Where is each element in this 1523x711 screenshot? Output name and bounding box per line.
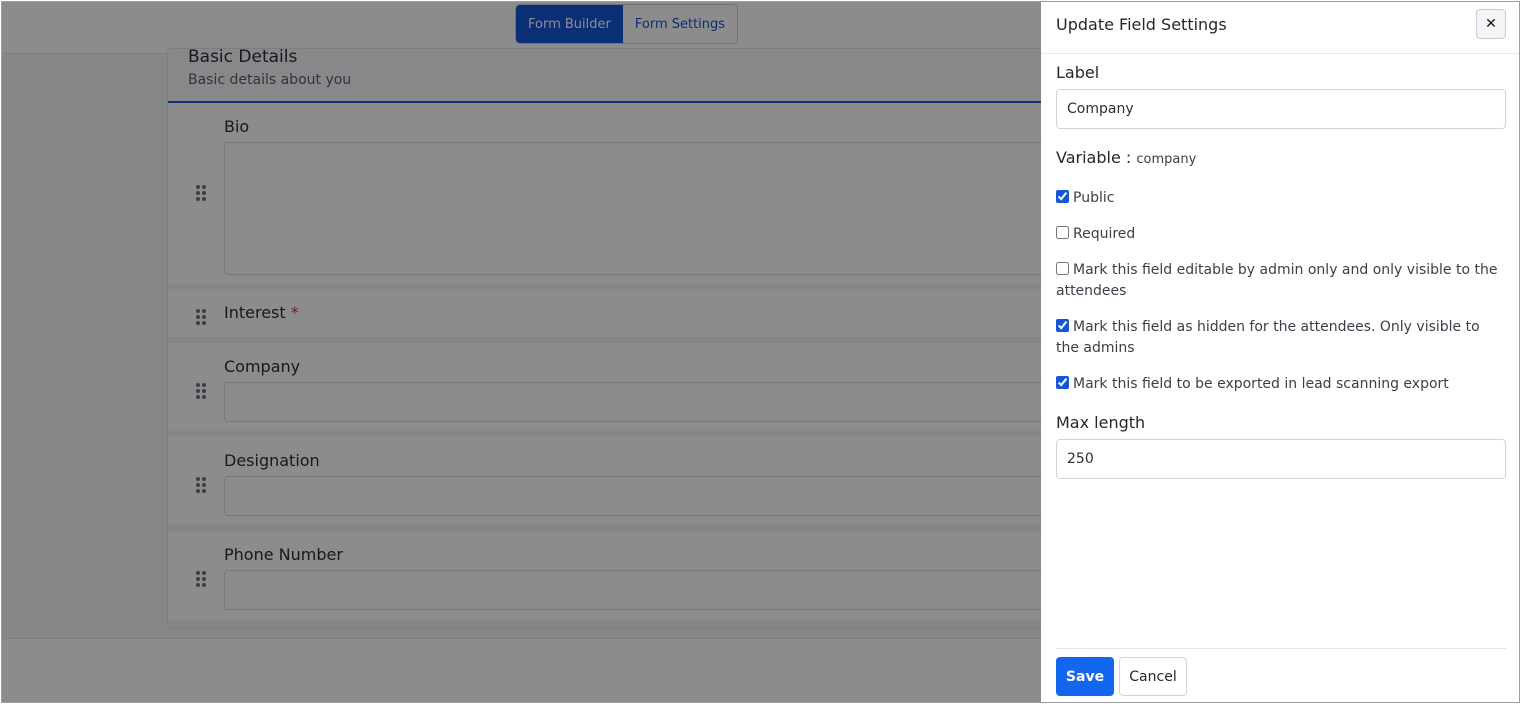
max-length-title: Max length — [1056, 413, 1146, 432]
admin-editable-checkbox[interactable] — [1056, 262, 1069, 275]
hidden-for-attendees-checkbox-option[interactable]: Mark this field as hidden for the attend… — [1056, 317, 1506, 359]
variable-line: Variable : company — [1056, 148, 1196, 167]
save-button[interactable]: Save — [1056, 657, 1114, 696]
close-icon[interactable]: ✕ — [1476, 9, 1506, 39]
checkbox-label: Mark this field to be exported in lead s… — [1073, 376, 1449, 392]
modal-backdrop[interactable] — [2, 2, 1041, 702]
checkbox-label: Public — [1073, 190, 1115, 206]
public-checkbox[interactable] — [1056, 190, 1069, 203]
max-length-input[interactable] — [1056, 439, 1506, 479]
panel-title: Update Field Settings — [1056, 15, 1227, 34]
required-checkbox[interactable] — [1056, 226, 1069, 239]
checkbox-label: Mark this field as hidden for the attend… — [1056, 319, 1480, 356]
public-checkbox-option[interactable]: Public — [1056, 188, 1506, 209]
admin-editable-checkbox-option[interactable]: Mark this field editable by admin only a… — [1056, 260, 1506, 302]
panel-footer-divider — [1056, 648, 1506, 649]
cancel-button[interactable]: Cancel — [1119, 657, 1187, 696]
checkbox-label: Mark this field editable by admin only a… — [1056, 262, 1498, 299]
lead-scanning-export-checkbox[interactable] — [1056, 376, 1069, 389]
update-field-settings-panel: Update Field Settings ✕ Label Variable :… — [1041, 2, 1519, 702]
hidden-for-attendees-checkbox[interactable] — [1056, 319, 1069, 332]
label-field-title: Label — [1056, 63, 1100, 82]
required-checkbox-option[interactable]: Required — [1056, 224, 1506, 245]
variable-title: Variable : — [1056, 148, 1132, 167]
checkbox-label: Required — [1073, 226, 1136, 242]
variable-value: company — [1136, 152, 1197, 167]
lead-scanning-export-checkbox-option[interactable]: Mark this field to be exported in lead s… — [1056, 374, 1506, 395]
label-input[interactable] — [1056, 89, 1506, 129]
panel-header: Update Field Settings ✕ — [1041, 2, 1519, 54]
